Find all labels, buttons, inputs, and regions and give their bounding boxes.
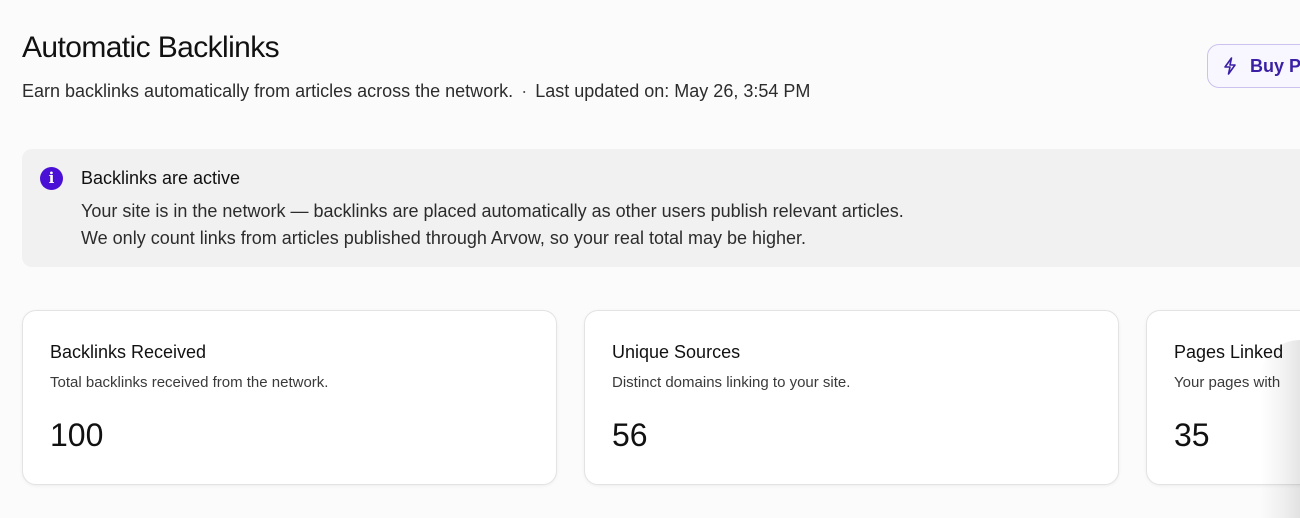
page: Automatic Backlinks Earn backlinks autom… [0,0,1300,518]
stat-card-value: 35 [1174,417,1210,453]
notice-text-line-1: Your site is in the network — backlinks … [81,201,904,221]
page-description: Earn backlinks automatically from articl… [22,81,514,101]
stat-card-description: Your pages with [1174,374,1281,391]
stat-card-title: Backlinks Received [50,342,207,362]
stat-card-title: Unique Sources [612,342,741,362]
stat-card-backlinks-received: Backlinks Received Total backlinks recei… [22,310,557,485]
stat-card-description: Total backlinks received from the networ… [50,374,329,391]
status-notice: i Backlinks are active Your site is in t… [22,149,1300,267]
notice-title: Backlinks are active [81,168,241,188]
page-title: Automatic Backlinks [22,31,280,64]
stat-card-title: Pages Linked [1174,342,1284,362]
stat-card-pages-linked: Pages Linked Your pages with 35 [1146,310,1300,485]
page-subtitle: Earn backlinks automatically from articl… [22,81,810,102]
notice-text-line-2: We only count links from articles publis… [81,228,807,248]
last-updated-text: Last updated on: May 26, 3:54 PM [535,81,811,101]
lightning-icon [1224,57,1236,75]
subtitle-separator: · [521,81,528,101]
buy-button[interactable]: Buy P [1207,44,1300,88]
buy-button-label: Buy P [1250,55,1300,76]
info-icon: i [40,167,63,190]
stat-card-value: 100 [50,417,104,453]
stat-card-value: 56 [612,417,648,453]
stat-card-description: Distinct domains linking to your site. [612,374,851,391]
stat-card-unique-sources: Unique Sources Distinct domains linking … [584,310,1119,485]
